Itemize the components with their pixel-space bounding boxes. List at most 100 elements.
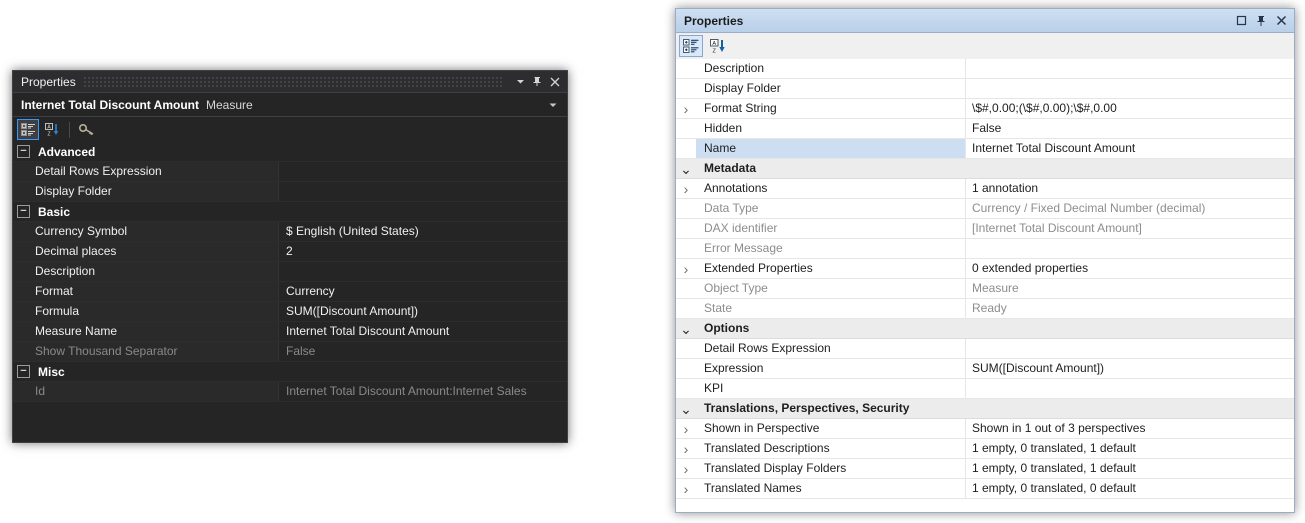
- light-properties-window: Properties A Z Description Display Folde…: [675, 8, 1295, 513]
- light-property-row[interactable]: › Extended Properties 0 extended propertie…: [676, 259, 1294, 279]
- dropdown-icon[interactable]: [512, 73, 529, 90]
- dark-property-value[interactable]: SUM([Discount Amount]): [279, 302, 567, 321]
- dark-property-row[interactable]: Format Currency: [13, 282, 567, 302]
- dark-property-row[interactable]: Display Folder: [13, 182, 567, 202]
- chevron-right-icon[interactable]: ›: [676, 179, 696, 198]
- light-property-value[interactable]: [966, 59, 1294, 78]
- light-property-row[interactable]: › Format String \$#,0.00;(\$#,0.00);\$#,0.…: [676, 99, 1294, 119]
- close-icon[interactable]: [546, 73, 563, 90]
- dark-category-label: Advanced: [38, 144, 96, 159]
- chevron-right-icon[interactable]: ›: [676, 99, 696, 118]
- light-property-row[interactable]: › Translated Descriptions 1 empty, 0 trans…: [676, 439, 1294, 459]
- light-property-row[interactable]: DAX identifier [Internet Total Discount A…: [676, 219, 1294, 239]
- light-property-value[interactable]: 1 annotation: [966, 179, 1294, 198]
- alphabetical-sort-icon[interactable]: A Z: [41, 119, 63, 140]
- dark-property-value[interactable]: False: [279, 342, 567, 361]
- light-property-row[interactable]: Expression SUM([Discount Amount]): [676, 359, 1294, 379]
- light-property-row[interactable]: Display Folder: [676, 79, 1294, 99]
- light-category-row[interactable]: ⌄ Metadata: [676, 159, 1294, 179]
- light-property-value[interactable]: False: [966, 119, 1294, 138]
- light-property-row[interactable]: Data Type Currency / Fixed Decimal Number…: [676, 199, 1294, 219]
- light-property-row[interactable]: › Translated Names 1 empty, 0 translated, …: [676, 479, 1294, 499]
- dark-property-value[interactable]: [279, 182, 567, 201]
- dark-property-value[interactable]: [279, 162, 567, 181]
- light-property-row[interactable]: Detail Rows Expression: [676, 339, 1294, 359]
- light-property-name: Extended Properties: [696, 259, 966, 278]
- dark-window-titlebar[interactable]: Properties: [13, 71, 567, 93]
- pin-icon[interactable]: [529, 73, 546, 90]
- light-window-titlebar[interactable]: Properties: [676, 9, 1294, 33]
- drag-grip[interactable]: [83, 76, 504, 87]
- dark-property-row[interactable]: Description: [13, 262, 567, 282]
- light-property-name: Data Type: [696, 199, 966, 218]
- light-property-row[interactable]: › Annotations 1 annotation: [676, 179, 1294, 199]
- light-property-row[interactable]: Object Type Measure: [676, 279, 1294, 299]
- dark-property-row[interactable]: Id Internet Total Discount Amount:Interne…: [13, 382, 567, 402]
- categorized-view-icon[interactable]: [679, 35, 703, 57]
- light-property-row[interactable]: Description: [676, 59, 1294, 79]
- light-property-value[interactable]: 1 empty, 0 translated, 1 default: [966, 459, 1294, 478]
- dark-property-value[interactable]: Internet Total Discount Amount:Internet …: [279, 382, 567, 401]
- light-category-row[interactable]: ⌄ Translations, Perspectives, Security: [676, 399, 1294, 419]
- dark-property-grid[interactable]: − Advanced Detail Rows Expression Display F…: [13, 142, 567, 442]
- chevron-down-icon[interactable]: ⌄: [676, 159, 696, 178]
- dark-property-row[interactable]: Measure Name Internet Total Discount Amou…: [13, 322, 567, 342]
- categorized-view-icon[interactable]: [17, 119, 39, 140]
- maximize-icon[interactable]: [1231, 11, 1251, 30]
- light-property-value[interactable]: SUM([Discount Amount]): [966, 359, 1294, 378]
- light-property-value[interactable]: \$#,0.00;(\$#,0.00);\$#,0.00: [966, 99, 1294, 118]
- dark-property-row[interactable]: Show Thousand Separator False: [13, 342, 567, 362]
- chevron-down-icon[interactable]: ⌄: [676, 399, 696, 418]
- collapse-minus-icon[interactable]: −: [17, 205, 30, 218]
- property-pages-key-icon[interactable]: [76, 119, 98, 140]
- dark-category-row[interactable]: − Basic: [13, 202, 567, 222]
- svg-text:Z: Z: [712, 48, 716, 53]
- light-property-row[interactable]: Hidden False: [676, 119, 1294, 139]
- alphabetical-sort-icon[interactable]: A Z: [706, 35, 730, 57]
- light-property-row[interactable]: › Translated Display Folders 1 empty, 0 tr…: [676, 459, 1294, 479]
- light-property-value[interactable]: 1 empty, 0 translated, 0 default: [966, 479, 1294, 498]
- close-icon[interactable]: [1271, 11, 1291, 30]
- collapse-minus-icon[interactable]: −: [17, 365, 30, 378]
- light-property-value[interactable]: Shown in 1 out of 3 perspectives: [966, 419, 1294, 438]
- dark-property-row[interactable]: Formula SUM([Discount Amount]): [13, 302, 567, 322]
- collapse-minus-icon[interactable]: −: [17, 145, 30, 158]
- light-property-value[interactable]: [966, 339, 1294, 358]
- dark-property-row[interactable]: Detail Rows Expression: [13, 162, 567, 182]
- chevron-right-icon[interactable]: ›: [676, 419, 696, 438]
- dark-property-value[interactable]: [279, 262, 567, 281]
- dark-category-row[interactable]: − Advanced: [13, 142, 567, 162]
- dark-property-row[interactable]: Currency Symbol $ English (United States): [13, 222, 567, 242]
- dark-property-value[interactable]: 2: [279, 242, 567, 261]
- chevron-right-icon[interactable]: ›: [676, 479, 696, 498]
- light-property-value[interactable]: Internet Total Discount Amount: [966, 139, 1294, 158]
- light-property-row[interactable]: Error Message: [676, 239, 1294, 259]
- chevron-right-icon[interactable]: ›: [676, 459, 696, 478]
- dark-property-row[interactable]: Decimal places 2: [13, 242, 567, 262]
- light-property-row[interactable]: › Shown in Perspective Shown in 1 out of 3…: [676, 419, 1294, 439]
- object-selector-chevron-down-icon[interactable]: [544, 96, 561, 113]
- dark-property-name: Show Thousand Separator: [13, 342, 279, 361]
- light-property-value[interactable]: [Internet Total Discount Amount]: [966, 219, 1294, 238]
- light-property-row[interactable]: KPI: [676, 379, 1294, 399]
- chevron-down-icon[interactable]: ⌄: [676, 319, 696, 338]
- light-property-value[interactable]: 0 extended properties: [966, 259, 1294, 278]
- light-property-value[interactable]: 1 empty, 0 translated, 1 default: [966, 439, 1294, 458]
- light-category-row[interactable]: ⌄ Options: [676, 319, 1294, 339]
- light-property-value[interactable]: [966, 379, 1294, 398]
- pin-icon[interactable]: [1251, 11, 1271, 30]
- dark-property-value[interactable]: $ English (United States): [279, 222, 567, 241]
- dark-property-value[interactable]: Internet Total Discount Amount: [279, 322, 567, 341]
- light-property-value[interactable]: Ready: [966, 299, 1294, 318]
- chevron-right-icon[interactable]: ›: [676, 259, 696, 278]
- light-property-grid[interactable]: Description Display Folder › Format String \…: [676, 59, 1294, 512]
- light-property-value[interactable]: [966, 79, 1294, 98]
- light-property-row[interactable]: State Ready: [676, 299, 1294, 319]
- light-property-value[interactable]: Currency / Fixed Decimal Number (decimal…: [966, 199, 1294, 218]
- dark-property-value[interactable]: Currency: [279, 282, 567, 301]
- dark-category-row[interactable]: − Misc: [13, 362, 567, 382]
- chevron-right-icon[interactable]: ›: [676, 439, 696, 458]
- light-property-value[interactable]: Measure: [966, 279, 1294, 298]
- light-property-value[interactable]: [966, 239, 1294, 258]
- light-property-row[interactable]: Name Internet Total Discount Amount: [676, 139, 1294, 159]
